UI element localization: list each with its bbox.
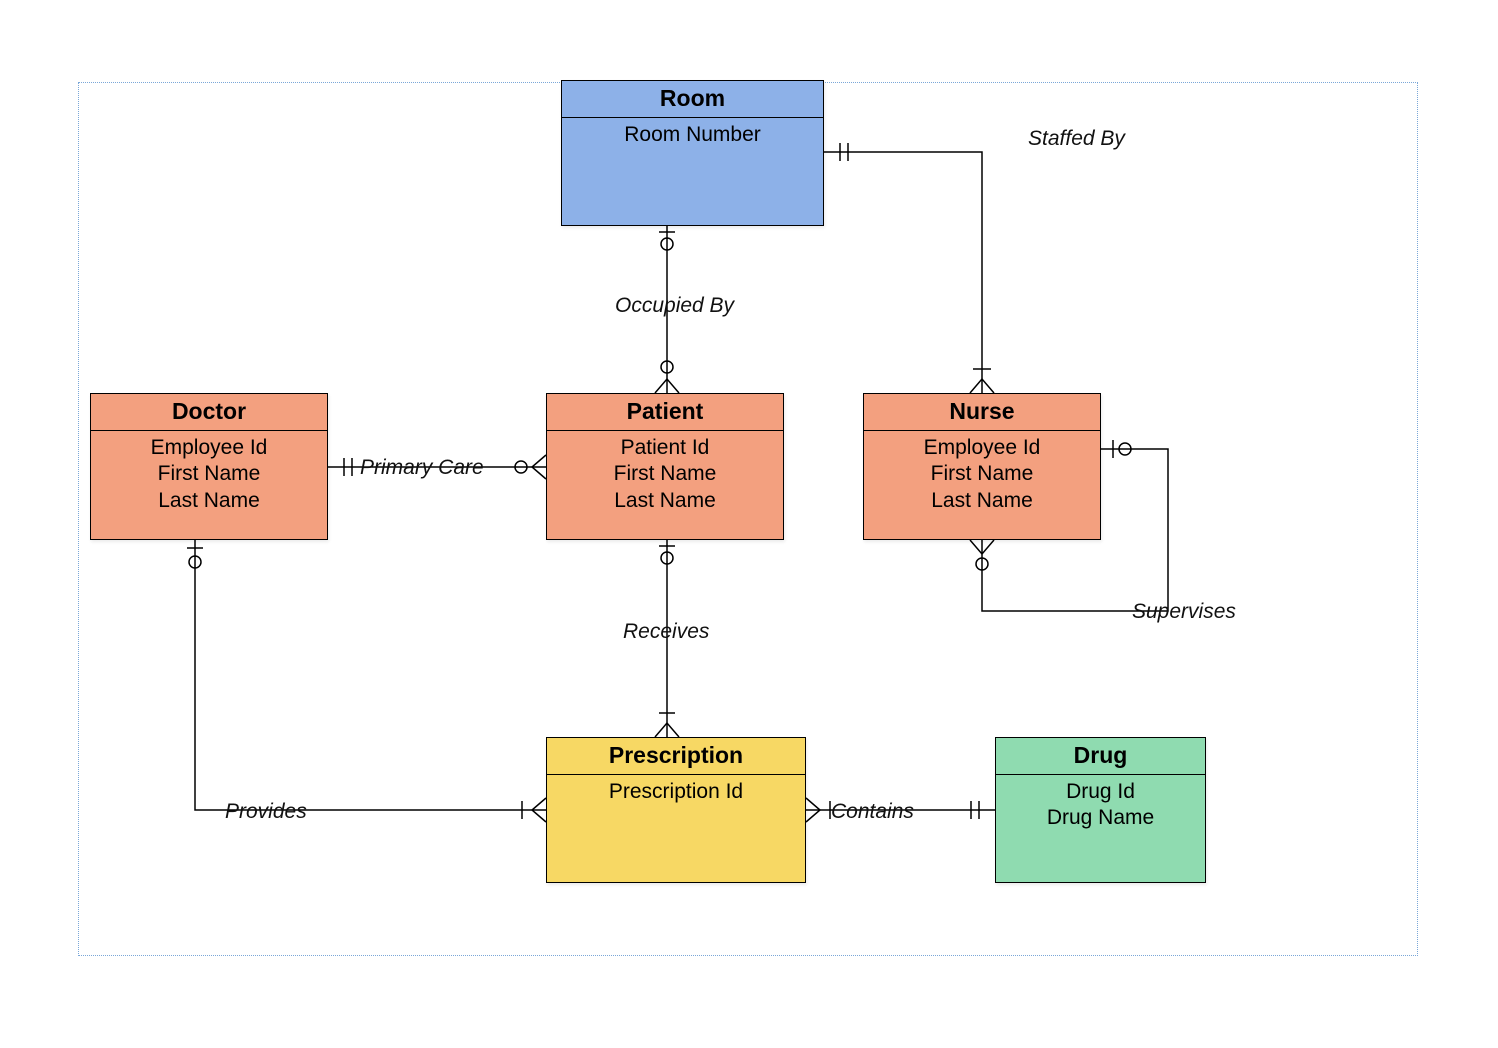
entity-drug[interactable]: Drug Drug Id Drug Name	[995, 737, 1206, 883]
rel-primary-care: Primary Care	[360, 456, 484, 480]
entity-drug-attr: Drug Id	[996, 779, 1205, 805]
rel-provides: Provides	[225, 800, 307, 824]
entity-nurse-title: Nurse	[864, 394, 1100, 431]
entity-doctor-attr: Last Name	[91, 488, 327, 514]
rel-staffed-by: Staffed By	[1028, 127, 1125, 151]
entity-room-attr: Room Number	[562, 122, 823, 148]
entity-room-title: Room	[562, 81, 823, 118]
entity-patient-attr: First Name	[547, 461, 783, 487]
rel-occupied-by: Occupied By	[615, 294, 734, 318]
entity-doctor-attr: First Name	[91, 461, 327, 487]
rel-receives: Receives	[623, 620, 709, 644]
entity-doctor[interactable]: Doctor Employee Id First Name Last Name	[90, 393, 328, 540]
entity-patient-attr: Patient Id	[547, 435, 783, 461]
entity-prescription-title: Prescription	[547, 738, 805, 775]
entity-drug-attr: Drug Name	[996, 805, 1205, 831]
entity-nurse-attr: Employee Id	[864, 435, 1100, 461]
entity-doctor-title: Doctor	[91, 394, 327, 431]
entity-nurse-attr: Last Name	[864, 488, 1100, 514]
entity-nurse[interactable]: Nurse Employee Id First Name Last Name	[863, 393, 1101, 540]
rel-supervises: Supervises	[1132, 600, 1236, 624]
entity-doctor-attr: Employee Id	[91, 435, 327, 461]
entity-prescription[interactable]: Prescription Prescription Id	[546, 737, 806, 883]
entity-nurse-attr: First Name	[864, 461, 1100, 487]
entity-patient-title: Patient	[547, 394, 783, 431]
rel-contains: Contains	[831, 800, 914, 824]
entity-prescription-attr: Prescription Id	[547, 779, 805, 805]
entity-room[interactable]: Room Room Number	[561, 80, 824, 226]
entity-patient[interactable]: Patient Patient Id First Name Last Name	[546, 393, 784, 540]
entity-patient-attr: Last Name	[547, 488, 783, 514]
entity-drug-title: Drug	[996, 738, 1205, 775]
